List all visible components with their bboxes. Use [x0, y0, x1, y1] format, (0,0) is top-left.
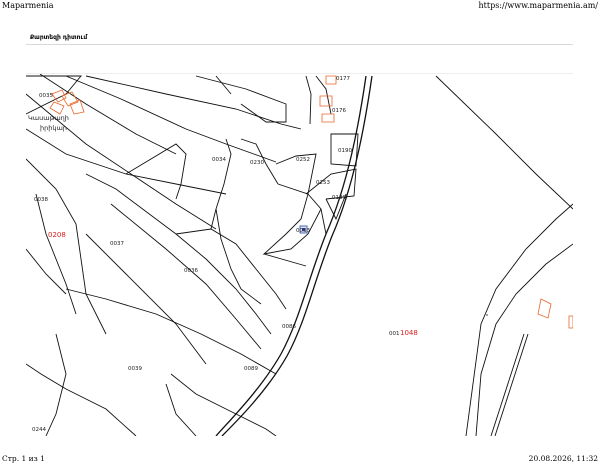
- parcel-label-0244[interactable]: 0244: [32, 427, 46, 433]
- place-name-line2: իրիկար: [40, 124, 67, 132]
- parcel-label-0034[interactable]: 0034: [212, 157, 226, 163]
- parcel-label-0089[interactable]: 0089: [244, 366, 258, 372]
- cadastral-map[interactable]: 0035 0177 0176 0034 0230 0252 0190 0253 …: [26, 34, 573, 436]
- parcel-label-large-prefix[interactable]: 001: [389, 331, 400, 337]
- parcel-label-0038[interactable]: 0038: [34, 197, 48, 203]
- parcel-label-0190[interactable]: 0190: [338, 148, 352, 154]
- map-header-panel: [26, 45, 573, 74]
- parcel-label-0035[interactable]: 0035: [39, 93, 53, 99]
- parcel-label-0252[interactable]: 0252: [296, 157, 310, 163]
- parcel-label-0253[interactable]: 0253: [316, 180, 330, 186]
- parcel-label-0036[interactable]: 0036: [184, 268, 198, 274]
- map-frame: 0035 0177 0176 0034 0230 0252 0190 0253 …: [26, 34, 573, 436]
- print-datetime: 20.08.2026, 11:32: [528, 454, 598, 463]
- place-name-line1: Կասաթաղի: [28, 114, 69, 122]
- parcel-label-0189[interactable]: 0189: [332, 195, 346, 201]
- parcel-label-0039[interactable]: 0039: [128, 366, 142, 372]
- parcel-label-large-suffix[interactable]: 1048: [400, 329, 418, 337]
- parcel-label-0176[interactable]: 0176: [332, 108, 346, 114]
- site-name: Maparmenia: [2, 1, 54, 10]
- parcel-label-0230[interactable]: 0230: [250, 160, 264, 166]
- page-counter: Стр. 1 из 1: [2, 454, 45, 463]
- map-title: Քարտեզի դիտում: [30, 34, 88, 41]
- site-url[interactable]: https://www.maparmenia.am/: [479, 1, 599, 10]
- parcel-label-0177[interactable]: 0177: [336, 76, 350, 82]
- parcel-label-0037[interactable]: 0037: [110, 241, 124, 247]
- parcel-label-0033[interactable]: 0033: [296, 228, 310, 234]
- map-toolbar: Քարտեզի դիտում: [26, 34, 573, 45]
- parcel-label-0208[interactable]: 0208: [48, 231, 66, 239]
- parcel-label-0086[interactable]: 0086: [282, 324, 296, 330]
